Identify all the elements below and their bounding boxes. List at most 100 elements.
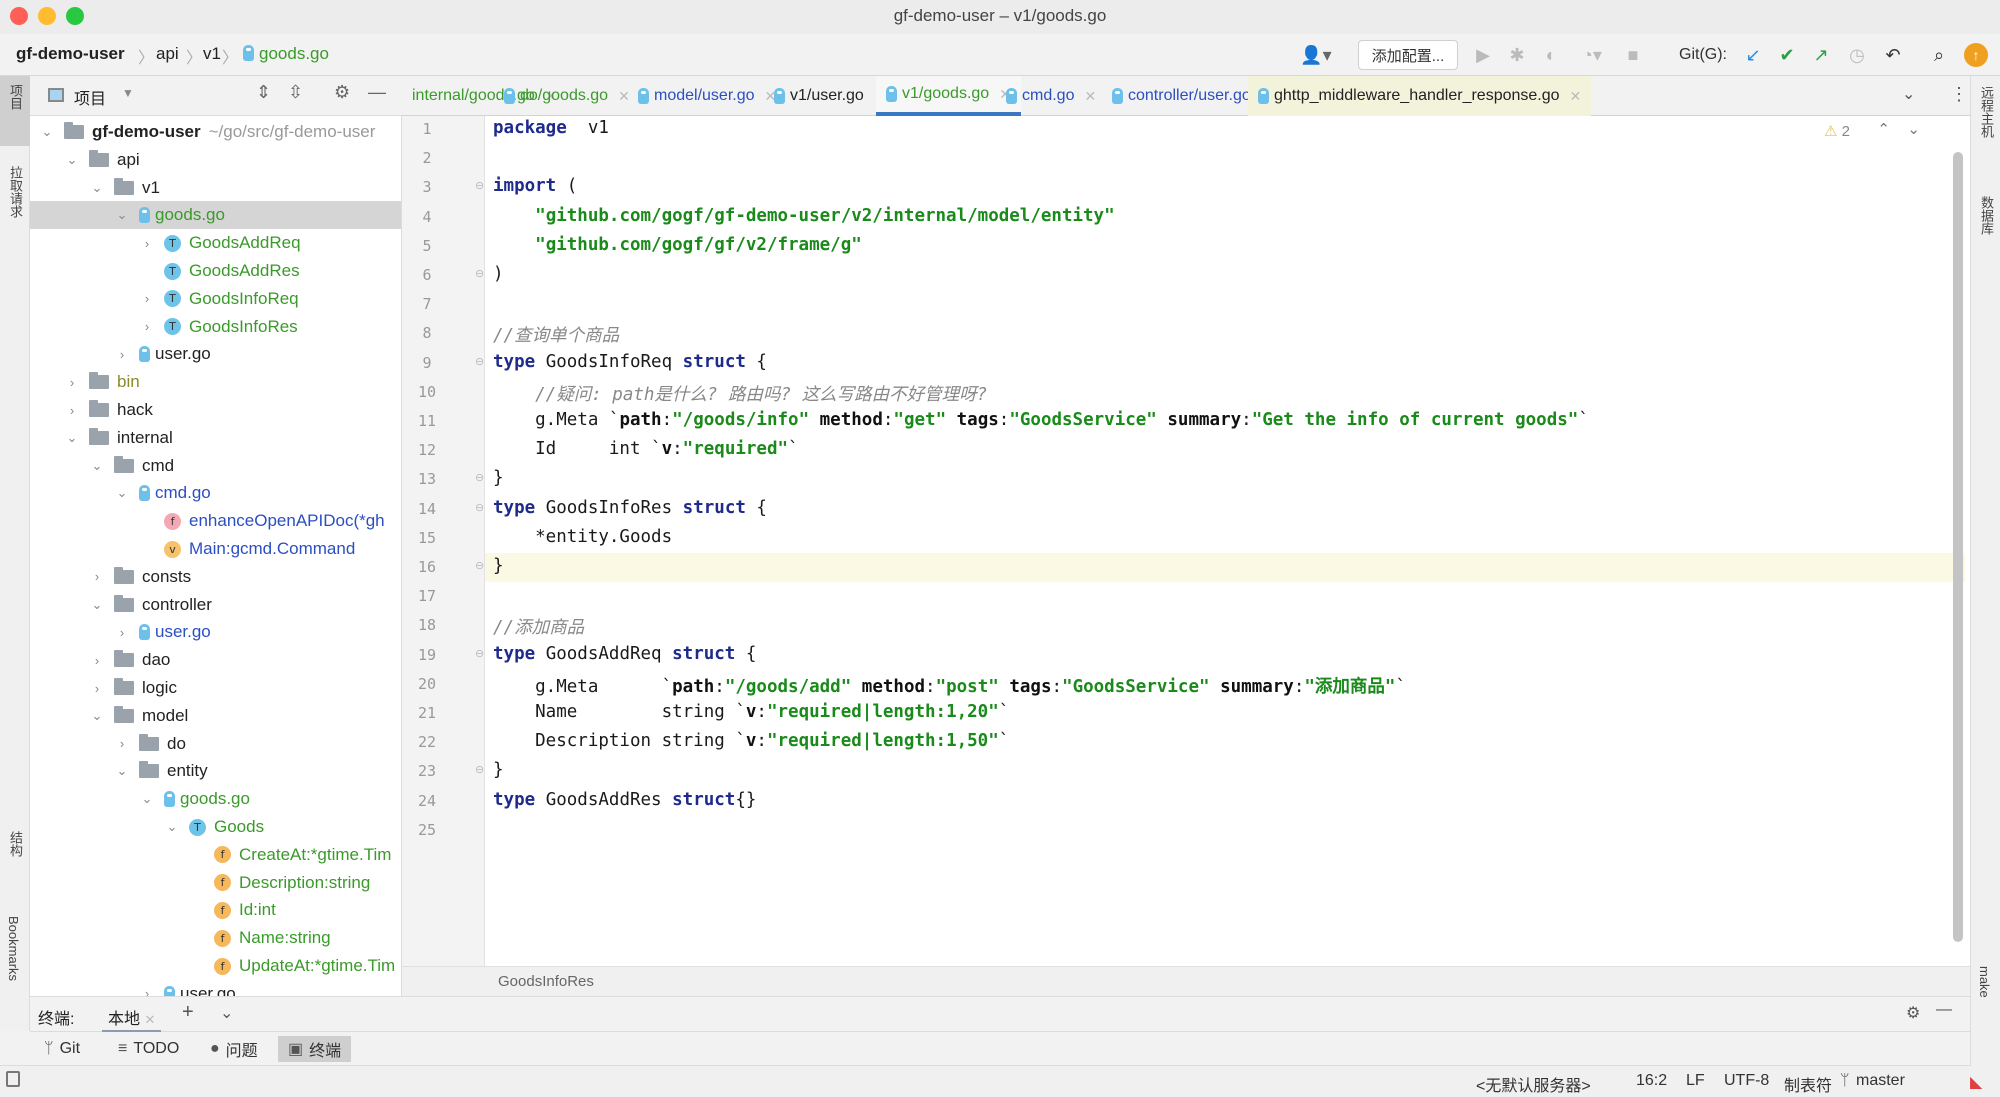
- fold-marker-icon[interactable]: ⊖: [475, 355, 484, 368]
- code-breadcrumb-item[interactable]: GoodsInfoRes: [498, 973, 594, 990]
- fold-marker-icon[interactable]: ⊖: [475, 179, 484, 192]
- next-highlight-icon[interactable]: ⌄: [1907, 120, 1920, 138]
- pull-requests-tool-button[interactable]: 拉取请求: [6, 166, 25, 218]
- fold-marker-icon[interactable]: ⊖: [475, 501, 484, 514]
- tree-item[interactable]: ⌄ model: [30, 702, 401, 730]
- debug-icon[interactable]: ✱: [1504, 40, 1530, 70]
- tool-tab-git[interactable]: ᛘ Git: [34, 1036, 90, 1062]
- hide-panel-icon[interactable]: —: [1936, 1001, 1952, 1019]
- tree-item[interactable]: ⌄ controller: [30, 591, 401, 619]
- chevron-right-icon[interactable]: ›: [90, 569, 104, 584]
- search-icon[interactable]: ⌕: [1926, 40, 1952, 70]
- breadcrumb-file[interactable]: goods.go: [243, 44, 329, 64]
- tree-item[interactable]: › logic: [30, 674, 401, 702]
- chevron-down-icon[interactable]: ⌄: [140, 791, 154, 807]
- chevron-down-icon[interactable]: ⌄: [165, 819, 179, 835]
- file-encoding[interactable]: UTF-8: [1724, 1072, 1769, 1090]
- chevron-right-icon[interactable]: ›: [115, 736, 129, 751]
- tree-item[interactable]: f Id:int: [30, 896, 401, 924]
- tree-item[interactable]: ⌄ cmd: [30, 452, 401, 480]
- tree-item[interactable]: f enhanceOpenAPIDoc(*gh: [30, 507, 401, 535]
- project-tool-button[interactable]: 项目: [0, 76, 30, 146]
- chevron-down-icon[interactable]: ⌄: [40, 124, 54, 140]
- tree-item[interactable]: ⌄ goods.go: [30, 201, 401, 230]
- add-configuration-button[interactable]: 添加配置...: [1358, 40, 1458, 70]
- collapse-all-icon[interactable]: ⇳: [288, 82, 303, 103]
- chevron-down-icon[interactable]: ⌄: [115, 207, 129, 223]
- tool-tab-终端[interactable]: ▣ 终端: [278, 1036, 352, 1062]
- chevron-down-icon[interactable]: ⌄: [90, 597, 104, 613]
- close-tab-icon[interactable]: ✕: [1570, 88, 1582, 105]
- server-status[interactable]: <无默认服务器>: [1476, 1072, 1591, 1096]
- stop-icon[interactable]: ■: [1620, 40, 1646, 70]
- tree-item[interactable]: › T GoodsInfoReq: [30, 285, 401, 313]
- fold-marker-icon[interactable]: ⊖: [475, 559, 484, 572]
- tree-item[interactable]: › user.go: [30, 340, 401, 368]
- make-tool-button[interactable]: make: [1977, 966, 1992, 998]
- chevron-right-icon[interactable]: ›: [90, 681, 104, 696]
- terminal-tab-local[interactable]: 本地 ✕: [102, 997, 162, 1033]
- fold-marker-icon[interactable]: ⊖: [475, 763, 484, 776]
- close-tab-icon[interactable]: ✕: [1084, 88, 1096, 105]
- expand-all-icon[interactable]: ⇕: [256, 82, 271, 103]
- chevron-down-icon[interactable]: ⌄: [65, 152, 79, 168]
- chevron-down-icon[interactable]: ⌄: [65, 430, 79, 446]
- bookmarks-tool-button[interactable]: Bookmarks: [6, 916, 21, 981]
- tree-item[interactable]: f Name:string: [30, 924, 401, 952]
- user-account-icon[interactable]: 👤▾: [1296, 40, 1336, 70]
- chevron-down-icon[interactable]: ⌄: [90, 708, 104, 724]
- profile-icon[interactable]: ◔▾: [1572, 40, 1612, 70]
- git-update-icon[interactable]: ↙: [1740, 40, 1766, 70]
- editor-tab[interactable]: model/user.go ✕: [628, 76, 786, 116]
- tree-item[interactable]: v Main:gcmd.Command: [30, 535, 401, 563]
- indent-setting[interactable]: 制表符: [1784, 1072, 1832, 1096]
- tree-item[interactable]: ⌄ api: [30, 146, 401, 174]
- chevron-down-icon[interactable]: ▼: [122, 86, 134, 100]
- tree-item[interactable]: › user.go: [30, 980, 401, 996]
- toggle-tool-windows-icon[interactable]: [6, 1071, 20, 1087]
- tree-item[interactable]: f UpdateAt:*gtime.Tim: [30, 952, 401, 980]
- tree-item[interactable]: ⌄ entity: [30, 757, 401, 785]
- chevron-down-icon[interactable]: ⌄: [115, 485, 129, 501]
- git-push-icon[interactable]: ↗: [1808, 40, 1834, 70]
- previous-highlight-icon[interactable]: ⌃: [1877, 120, 1890, 138]
- editor-tab[interactable]: cmd.go ✕: [996, 76, 1106, 116]
- tree-item[interactable]: › user.go: [30, 618, 401, 646]
- editor-tab[interactable]: ghttp_middleware_handler_response.go ✕: [1248, 76, 1592, 116]
- tree-item[interactable]: ⌄ gf-demo-user ~/go/src/gf-demo-user: [30, 118, 401, 146]
- tree-item[interactable]: › do: [30, 730, 401, 758]
- editor-tab[interactable]: do/goods.go ✕: [494, 76, 640, 116]
- warnings-indicator[interactable]: ⚠ 2: [1824, 122, 1850, 140]
- tree-item[interactable]: › T GoodsInfoRes: [30, 313, 401, 341]
- run-icon[interactable]: ▶: [1470, 40, 1496, 70]
- editor-scrollbar[interactable]: [1953, 152, 1963, 942]
- fold-marker-icon[interactable]: ⊖: [475, 647, 484, 660]
- settings-icon[interactable]: ⚙: [1906, 1003, 1920, 1023]
- tree-item[interactable]: f Description:string: [30, 869, 401, 897]
- rollback-icon[interactable]: ↶: [1880, 40, 1906, 70]
- close-icon[interactable]: ✕: [144, 1012, 155, 1027]
- chevron-down-icon[interactable]: ⌄: [220, 1003, 233, 1023]
- chevron-down-icon[interactable]: ⌄: [90, 180, 104, 196]
- more-options-icon[interactable]: ⋮: [1950, 84, 1968, 105]
- chevron-right-icon[interactable]: ›: [65, 403, 79, 418]
- chevron-right-icon[interactable]: ›: [140, 319, 154, 334]
- remote-host-tool-button[interactable]: 远程主机: [1977, 86, 1996, 138]
- tree-item[interactable]: ⌄ internal: [30, 424, 401, 452]
- tool-tab-问题[interactable]: ● 问题: [200, 1036, 268, 1062]
- new-terminal-icon[interactable]: +: [182, 1001, 194, 1024]
- chevron-right-icon[interactable]: ›: [115, 625, 129, 640]
- breadcrumb-project[interactable]: gf-demo-user: [16, 44, 125, 64]
- chevron-right-icon[interactable]: ›: [65, 375, 79, 390]
- tree-item[interactable]: ⌄ T Goods: [30, 813, 401, 841]
- fold-marker-icon[interactable]: ⊖: [475, 471, 484, 484]
- chevron-right-icon[interactable]: ›: [115, 347, 129, 362]
- tree-item[interactable]: › bin: [30, 368, 401, 396]
- git-commit-icon[interactable]: ✔: [1774, 40, 1800, 70]
- chevron-down-icon[interactable]: ⌄: [90, 458, 104, 474]
- database-tool-button[interactable]: 数据库: [1977, 196, 1996, 235]
- tree-item[interactable]: › dao: [30, 646, 401, 674]
- project-view-selector[interactable]: 项目: [74, 85, 106, 109]
- tool-tab-todo[interactable]: ≡ TODO: [108, 1036, 189, 1062]
- tree-item[interactable]: ⌄ cmd.go: [30, 479, 401, 507]
